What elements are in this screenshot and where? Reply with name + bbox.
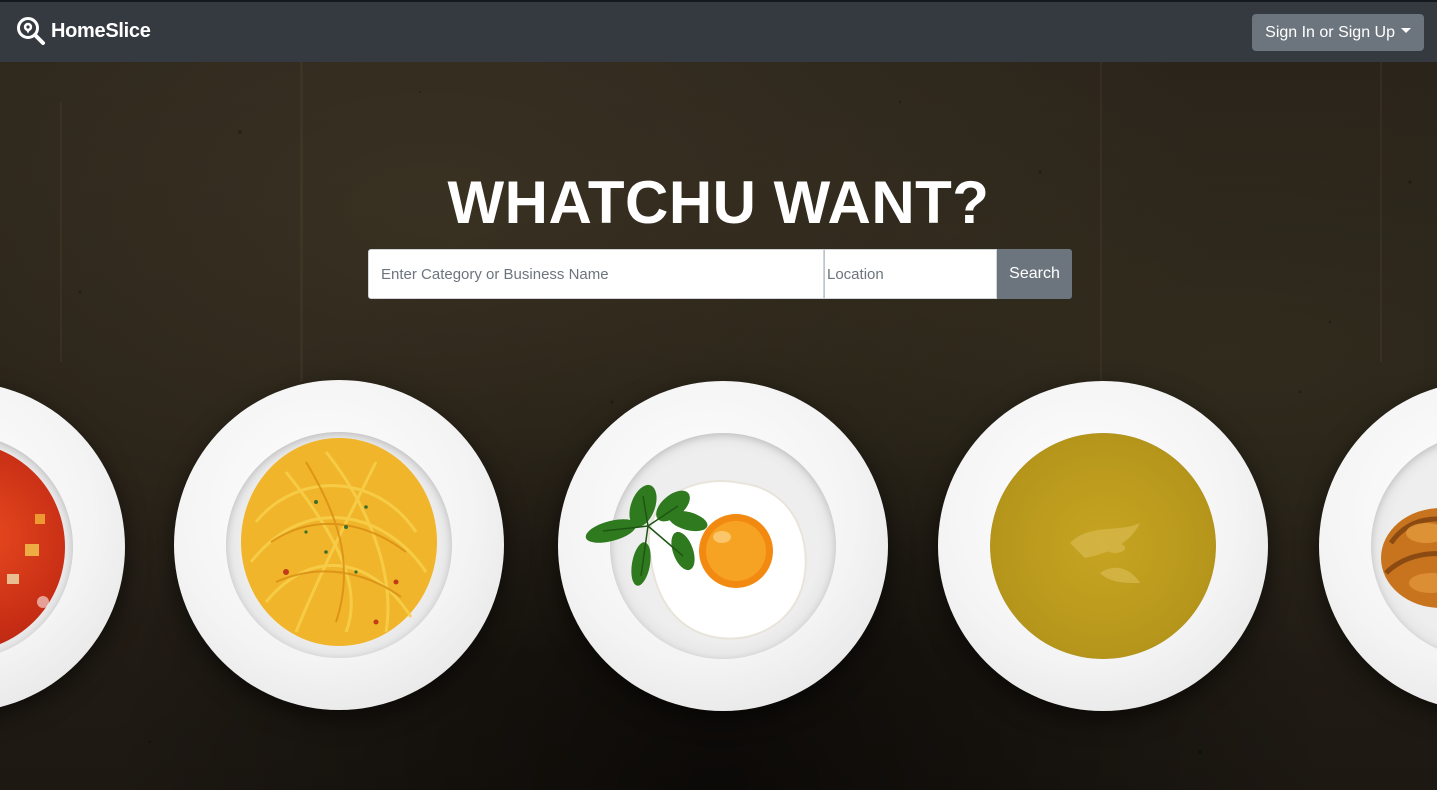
hero-title: WHATCHU WANT?: [447, 169, 990, 236]
plate-bowl: [990, 433, 1216, 659]
category-search-input[interactable]: [368, 249, 824, 299]
location-input[interactable]: [824, 249, 997, 299]
plate-bowl: [226, 432, 452, 658]
plate-bowl: [0, 434, 73, 660]
croissant-food: [1381, 508, 1437, 608]
brand-link[interactable]: HomeSlice: [16, 15, 151, 47]
navbar: HomeSlice Sign In or Sign Up: [0, 2, 1437, 62]
basil-leaves: [585, 484, 708, 586]
plate-fried-egg: [558, 381, 888, 711]
plate-spaghetti: [174, 380, 504, 710]
tomato-soup-veggies: [7, 514, 49, 608]
search-location-icon: [16, 16, 46, 46]
caret-down-icon: [1401, 28, 1411, 33]
search-form: Search: [368, 249, 1072, 299]
plate-bowl: [1371, 433, 1437, 659]
hero-section: WHATCHU WANT? Search: [0, 62, 1437, 790]
yellow-soup-swirl: [1070, 523, 1140, 583]
plate-yellow-soup: [938, 381, 1268, 711]
search-button[interactable]: Search: [997, 249, 1072, 299]
signin-label: Sign In or Sign Up: [1265, 23, 1395, 41]
brand-name: HomeSlice: [51, 19, 151, 42]
spaghetti-food: [241, 438, 437, 646]
page: HomeSlice Sign In or Sign Up WHATCHU WAN…: [0, 0, 1437, 790]
signin-dropdown-button[interactable]: Sign In or Sign Up: [1252, 14, 1424, 51]
